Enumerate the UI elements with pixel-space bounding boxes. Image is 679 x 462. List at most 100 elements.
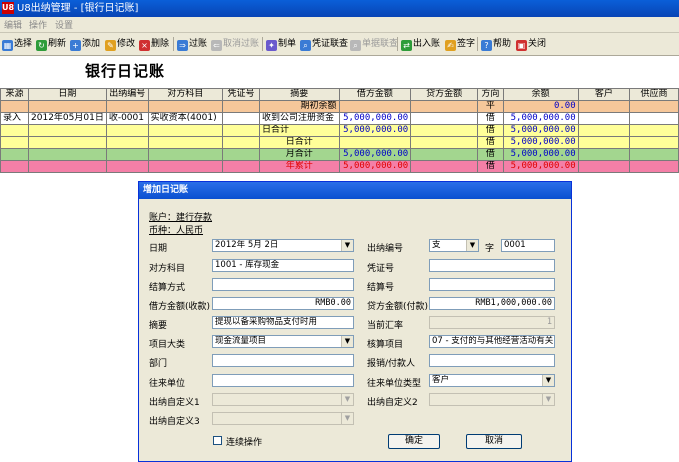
table-cell xyxy=(577,100,631,113)
table-cell xyxy=(410,112,479,125)
chevron-down-icon[interactable]: ▼ xyxy=(542,375,554,386)
dept-input[interactable] xyxy=(212,354,354,367)
table-row[interactable]: 月合计 5,000,000.00 借 5,000,000.00 xyxy=(0,148,679,161)
toolbar-label: 凭证联查 xyxy=(312,39,349,49)
date-picker[interactable]: 2012年 5月 2日 ▼ xyxy=(212,239,354,252)
toolbar-button-edit[interactable]: ✎ 修改 xyxy=(105,36,135,52)
account-label: 账户：建行存款 xyxy=(149,213,213,223)
table-cell xyxy=(0,160,30,173)
summary-input[interactable]: 提现以备采购物品支付时用 xyxy=(212,316,354,329)
column-header[interactable]: 摘要 xyxy=(259,88,340,101)
table-cell xyxy=(105,124,149,137)
handler-input[interactable] xyxy=(429,354,555,367)
settle-no-label: 结算号 xyxy=(367,283,395,293)
table-row[interactable]: 年累计 5,000,000.00 借 5,000,000.00 xyxy=(0,160,679,173)
table-cell: 收-0001 xyxy=(105,112,149,125)
project-class-select[interactable]: 现金流量项目 ▼ xyxy=(212,335,354,348)
table-cell: 借 xyxy=(477,124,504,137)
cashier-no-type-select[interactable]: 支 ▼ xyxy=(429,239,479,252)
table-cell xyxy=(629,124,679,137)
settle-no-input[interactable] xyxy=(429,278,555,291)
unit-type-select[interactable]: 客户 ▼ xyxy=(429,374,555,387)
column-header[interactable]: 来源 xyxy=(0,88,30,101)
table-cell: 0.00 xyxy=(502,100,579,113)
toolbar-button-delete[interactable]: × 删除 xyxy=(139,36,169,52)
cancel-button[interactable]: 取消 xyxy=(466,434,522,449)
rate-label: 当前汇率 xyxy=(367,321,404,331)
column-header[interactable]: 客户 xyxy=(577,88,631,101)
table-cell xyxy=(629,160,679,173)
toolbar-button-add[interactable]: + 添加 xyxy=(70,36,100,52)
toolbar-button-close[interactable]: ▣ 关闭 xyxy=(516,36,546,52)
date-label: 日期 xyxy=(149,244,168,254)
column-header[interactable]: 供应商 xyxy=(629,88,679,101)
continue-checkbox[interactable] xyxy=(213,436,222,445)
voucher-no-input[interactable] xyxy=(429,259,555,272)
menu-settings[interactable]: 设置 xyxy=(55,18,73,31)
table-cell: 年累计 xyxy=(259,160,340,173)
column-header[interactable]: 借方金额 xyxy=(338,88,412,101)
cashier-no-input[interactable]: 0001 xyxy=(501,239,555,252)
column-header[interactable]: 方向 xyxy=(477,88,504,101)
table-cell xyxy=(147,160,223,173)
toolbar-label: 添加 xyxy=(82,39,101,49)
column-header[interactable]: 贷方金额 xyxy=(410,88,479,101)
chevron-down-icon[interactable]: ▼ xyxy=(341,240,353,251)
credit-amount-input[interactable]: RMB1,000,000.00 xyxy=(429,297,555,310)
table-cell: 5,000,000.00 xyxy=(338,160,412,173)
column-header[interactable]: 对方科目 xyxy=(147,88,223,101)
voucher-no-label: 凭证号 xyxy=(367,264,395,274)
debit-amount-input[interactable]: RMB0.00 xyxy=(212,297,354,310)
table-cell xyxy=(410,124,479,137)
chevron-down-icon[interactable]: ▼ xyxy=(341,336,353,347)
menu-edit[interactable]: 编辑 xyxy=(4,18,22,31)
toolbar-label: 关闭 xyxy=(528,39,547,49)
table-row[interactable]: 日合计 借 5,000,000.00 xyxy=(0,136,679,149)
table-row[interactable]: 录入 2012年05月01日 收-0001 实收资本(4001) 收到公司注册资金 5,0… xyxy=(0,112,679,125)
toolbar-button-help[interactable]: ? 帮助 xyxy=(481,36,511,52)
toolbar-button-refresh[interactable]: ↻ 刷新 xyxy=(36,36,66,52)
table-cell xyxy=(577,112,631,125)
toolbar-button-post[interactable]: ⇒ 过账 xyxy=(177,36,207,52)
custom2-select: ▼ xyxy=(429,393,555,406)
toolbar-button-voucher-query[interactable]: ⌕ 凭证联查 xyxy=(300,36,348,52)
counter-account-input[interactable]: 1001 - 库存现金 xyxy=(212,259,354,272)
table-cell: 录入 xyxy=(0,112,30,125)
toolbar-button-select[interactable]: ▦ 选择 xyxy=(2,36,32,52)
toolbar-label: 删除 xyxy=(151,39,170,49)
column-header[interactable]: 日期 xyxy=(28,88,107,101)
add-journal-dialog: 增加日记账 账户：建行存款 币种：人民币 日期 2012年 5月 2日 ▼ 出纳… xyxy=(138,181,572,462)
column-header[interactable]: 出纳编号 xyxy=(105,88,149,101)
table-cell xyxy=(105,100,149,113)
table-cell xyxy=(28,160,107,173)
column-header[interactable]: 余额 xyxy=(502,88,579,101)
toolbar-separator xyxy=(173,37,174,51)
window-titlebar: U8 U8出纳管理 - [银行日记账] xyxy=(0,0,679,17)
window-title: U8出纳管理 - [银行日记账] xyxy=(17,3,139,14)
menu-operate[interactable]: 操作 xyxy=(29,18,47,31)
settle-method-input[interactable] xyxy=(212,278,354,291)
unit-input[interactable] xyxy=(212,374,354,387)
toolbar-label: 出入账 xyxy=(413,39,441,49)
toolbar-button-in-out[interactable]: ⇄ 出入账 xyxy=(401,36,440,52)
custom1-select: ▼ xyxy=(212,393,354,406)
table-cell xyxy=(147,124,223,137)
table-row[interactable]: 期初余额 平 0.00 xyxy=(0,100,679,113)
delete-icon: × xyxy=(139,40,150,51)
toolbar-button-sign[interactable]: ✍ 签字 xyxy=(445,36,475,52)
menubar: 编辑 操作 设置 xyxy=(0,17,679,33)
continue-label: 连续操作 xyxy=(226,438,263,448)
ok-button[interactable]: 确定 xyxy=(388,434,440,449)
toolbar-label: 刷新 xyxy=(48,39,67,49)
table-cell: 5,000,000.00 xyxy=(338,124,412,137)
chevron-down-icon[interactable]: ▼ xyxy=(466,240,478,251)
table-cell xyxy=(577,124,631,137)
project-input[interactable]: 07 - 支付的与其他经营活动有关 xyxy=(429,335,555,348)
chevron-down-icon: ▼ xyxy=(341,413,353,424)
toolbar-separator xyxy=(262,37,263,51)
column-header[interactable]: 凭证号 xyxy=(221,88,261,101)
add-icon: + xyxy=(70,40,81,51)
table-cell xyxy=(629,112,679,125)
table-row[interactable]: 日合计 5,000,000.00 借 5,000,000.00 xyxy=(0,124,679,137)
toolbar-button-voucher[interactable]: ✦ 制单 xyxy=(266,36,296,52)
